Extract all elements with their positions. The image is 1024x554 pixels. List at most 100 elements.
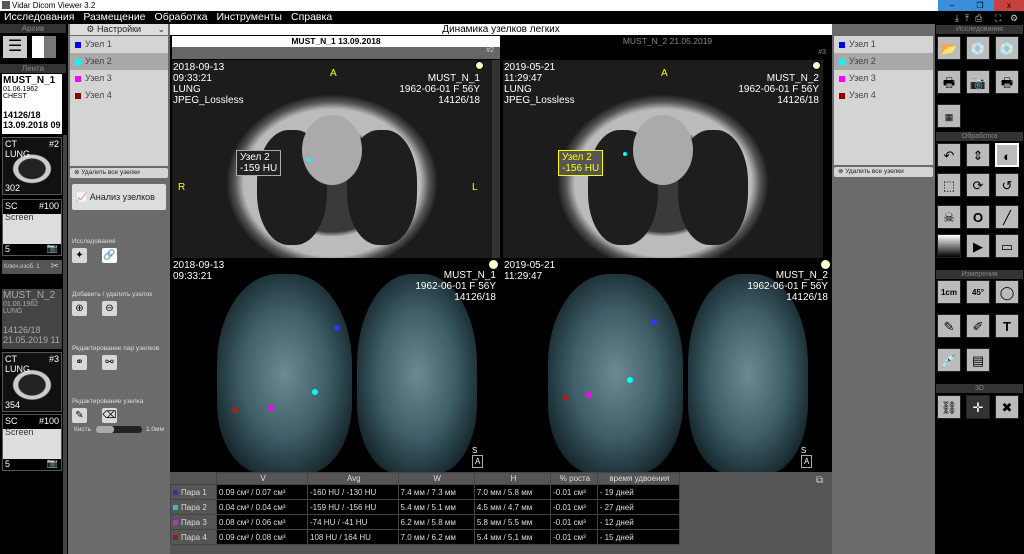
col-h[interactable]: H — [474, 473, 550, 485]
col-avg[interactable]: Avg — [308, 473, 399, 485]
flip-icon[interactable]: ↺ — [995, 173, 1019, 197]
probe-icon[interactable]: ✐ — [966, 314, 990, 338]
undo-icon[interactable]: ↶ — [937, 143, 961, 167]
eraser-icon[interactable]: ⌫ — [102, 408, 117, 423]
nodule-3d-3[interactable] — [268, 405, 274, 411]
print-icon[interactable]: 🖶 — [937, 70, 961, 94]
nodule-item-3[interactable]: Узел 3 — [834, 70, 933, 87]
nodule-annotation[interactable]: Узел 2-156 HU — [558, 150, 603, 176]
left-ct-viewport[interactable]: 2018-09-1309:33:21LUNGJPEG_Lossless MUST… — [172, 60, 492, 258]
window-level-icon[interactable] — [475, 61, 484, 70]
settings-dropdown[interactable]: ⚙ Настройки⌄ — [70, 24, 168, 35]
nodule-3d-4[interactable] — [563, 395, 569, 401]
fullscreen-icon[interactable]: ⛶ — [995, 13, 1001, 24]
series-thumb-sc-2[interactable]: SC#100 Screen5📷 — [2, 414, 62, 471]
nodule-marker[interactable] — [307, 158, 311, 162]
table-row[interactable]: Пара 30.08 см³ / 0.06 см³-74 HU / -41 HU… — [171, 515, 680, 530]
gradient-icon[interactable] — [937, 234, 961, 258]
key-images-item[interactable]: Ключ.изоб. 1✂ — [2, 260, 62, 274]
export-disc-icon[interactable]: 💿 — [995, 36, 1019, 60]
analyze-nodules-button[interactable]: 📈 Анализ узелков — [72, 184, 166, 210]
study-card-1[interactable]: MUST_N_1 01.06.1962 CHEST 14126/18 13.09… — [2, 74, 62, 134]
settings-3d-icon[interactable]: ✖ — [995, 395, 1019, 419]
nodule-3d-1[interactable] — [651, 319, 657, 325]
table-row[interactable]: Пара 20.04 см³ / 0.04 см³-159 HU / -156 … — [171, 500, 680, 515]
brush-icon[interactable]: ✎ — [72, 408, 87, 423]
remove-nodule-icon[interactable]: ⊖ — [102, 301, 117, 316]
nodule-item-1[interactable]: Узел 1 — [834, 36, 933, 53]
study-card-2[interactable]: MUST_N_2 01.06.1962 LUNG 14126/18 21.05.… — [2, 289, 62, 349]
nodule-3d-2[interactable] — [312, 389, 318, 395]
menu-help[interactable]: Справка — [291, 11, 332, 24]
col-w[interactable]: W — [398, 473, 474, 485]
right-3d-viewport[interactable]: 2019-05-2111:29:47 MUST_N_21962-06-01 F … — [503, 259, 832, 472]
copy-icon[interactable]: ⧉ — [816, 475, 823, 486]
rotate-icon[interactable]: ⟳ — [966, 173, 990, 197]
col-growth[interactable]: % роста — [551, 473, 598, 485]
crosshair-icon[interactable]: ✛ — [966, 395, 990, 419]
series-thumb-ct-3[interactable]: CT#3 LUNG354 — [2, 352, 62, 412]
print-settings-icon[interactable]: 🖶 — [995, 70, 1019, 94]
brush-size-slider[interactable] — [96, 426, 142, 433]
orient-cube[interactable]: A — [472, 455, 483, 468]
link-icon[interactable]: 🔗 — [102, 248, 117, 263]
nodule-3d-1[interactable] — [334, 325, 340, 331]
right-ct-viewport[interactable]: 2019-05-2111:29:47LUNGJPEG_Lossless MUST… — [503, 60, 823, 258]
circle-roi-icon[interactable]: ◯ — [995, 280, 1019, 304]
study-select-icon[interactable]: ✦ — [72, 248, 87, 263]
window-level-icon[interactable] — [821, 260, 830, 269]
nodule-item-4[interactable]: Узел 4 — [70, 87, 168, 104]
series-thumb-ct-2[interactable]: CT#2 LUNG302 — [2, 137, 62, 195]
nodule-3d-3[interactable] — [586, 392, 592, 398]
nodule-item-2[interactable]: Узел 2 — [834, 53, 933, 70]
print-icon[interactable]: ⎙ — [975, 13, 982, 24]
delete-all-nodules-button[interactable]: ⊗ Удалить все узелки — [70, 168, 168, 178]
skull-icon[interactable]: ☠ — [937, 205, 961, 229]
left-ct-scrollbar[interactable] — [492, 60, 500, 258]
menu-tools[interactable]: Инструменты — [217, 11, 282, 24]
series-thumb-sc-1[interactable]: SC#100 Screen5📷 — [2, 199, 62, 256]
list-view-icon[interactable]: ☰ — [3, 36, 27, 58]
minimize-button[interactable]: – — [938, 0, 966, 11]
text-icon[interactable]: T — [995, 314, 1019, 338]
menu-studies[interactable]: Исследования — [4, 11, 74, 24]
menu-layout[interactable]: Размещение — [83, 11, 145, 24]
window-level-icon[interactable] — [489, 260, 498, 269]
nodule-annotation[interactable]: Узел 2-159 HU — [236, 150, 281, 176]
download-icon[interactable]: ⤓ — [955, 13, 959, 24]
gear-icon[interactable]: ⚙ — [1010, 13, 1018, 24]
col-v[interactable]: V — [217, 473, 308, 485]
window-level-icon[interactable] — [812, 61, 821, 70]
delete-all-nodules-button[interactable]: ⊗ Удалить все узелки — [834, 167, 933, 177]
orient-cube[interactable]: A — [801, 455, 812, 468]
nodule-item-1[interactable]: Узел 1 — [70, 36, 168, 53]
open-folder-icon[interactable]: 📂 — [937, 36, 961, 60]
add-nodule-icon[interactable]: ⊕ — [72, 301, 87, 316]
line-icon[interactable]: ╱ — [995, 205, 1019, 229]
table-row[interactable]: Пара 40.09 см³ / 0.08 см³108 HU / 164 HU… — [171, 530, 680, 545]
col-doubling-time[interactable]: время удвоения — [597, 473, 679, 485]
window-icon[interactable]: ▭ — [995, 234, 1019, 258]
grid-view-icon[interactable] — [32, 36, 56, 58]
pair-link-icon[interactable]: ⚭ — [72, 355, 87, 370]
nodule-item-3[interactable]: Узел 3 — [70, 70, 168, 87]
ruler-tool[interactable]: 1cm — [937, 280, 961, 304]
layout-icon[interactable]: ▦ — [937, 104, 961, 128]
camera-icon[interactable]: 📷 — [966, 70, 990, 94]
contrast-icon[interactable]: ◐ — [995, 143, 1019, 167]
maximize-button[interactable]: ❐ — [966, 0, 994, 11]
feed-scrollbar[interactable] — [63, 135, 67, 554]
pencil-icon[interactable]: ✎ — [937, 314, 961, 338]
3d-link-icon[interactable]: ⛓ — [937, 395, 961, 419]
table-row[interactable]: Пара 10.09 см³ / 0.07 см³-160 HU / -130 … — [171, 485, 680, 500]
nodule-item-4[interactable]: Узел 4 — [834, 87, 933, 104]
scroll-icon[interactable]: ⇕ — [966, 143, 990, 167]
delete-measure-icon[interactable]: ▤ — [966, 348, 990, 372]
import-disc-icon[interactable]: 💿 — [966, 36, 990, 60]
nodule-3d-4[interactable] — [232, 407, 238, 413]
close-button[interactable]: x — [994, 0, 1024, 11]
nodule-marker[interactable] — [623, 152, 627, 156]
ellipse-icon[interactable]: O — [966, 205, 990, 229]
angle-tool[interactable]: 45° — [966, 280, 990, 304]
upload-icon[interactable]: ⤒ — [965, 13, 969, 24]
